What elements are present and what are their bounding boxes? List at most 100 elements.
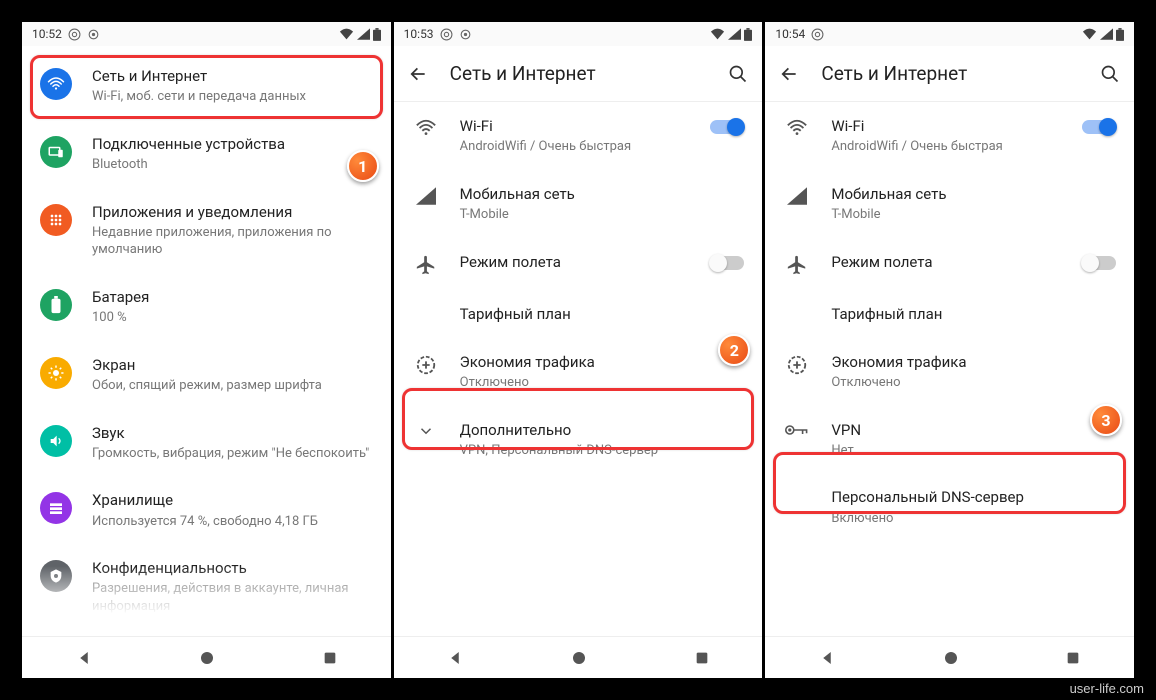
airplane-icon — [415, 254, 437, 276]
phone-screen-1: 10:52 Сеть и ИнтернетWi-Fi, моб. сети и … — [22, 22, 391, 678]
back-icon[interactable] — [408, 64, 428, 84]
item-datasaver[interactable]: Экономия трафика Отключено — [765, 338, 1134, 406]
item-wifi[interactable]: Wi-FiAndroidWifi / Очень быстрая — [765, 102, 1134, 170]
item-subtitle: AndroidWifi / Очень быстрая — [460, 138, 691, 156]
item-airplane[interactable]: Режим полета — [394, 238, 763, 290]
wifi-icon — [47, 75, 65, 93]
wifi-toggle[interactable] — [1082, 120, 1116, 134]
item-plan[interactable]: Тарифный план — [765, 290, 1134, 338]
item-title: Персональный DNS-сервер — [831, 487, 1116, 507]
battery-icon — [373, 28, 381, 41]
network-list: Wi-FiAndroidWifi / Очень быстрая Мобильн… — [765, 102, 1134, 636]
clock: 10:52 — [32, 27, 62, 41]
item-subtitle: Недавние приложения, приложения по умолч… — [92, 224, 373, 259]
item-subtitle: Отключено — [460, 374, 745, 392]
settings-item-network[interactable]: Сеть и ИнтернетWi-Fi, моб. сети и переда… — [22, 46, 391, 120]
step-badge-1: 1 — [347, 150, 379, 182]
settings-item-storage[interactable]: ХранилищеИспользуется 74 %, свободно 4,1… — [22, 476, 391, 544]
item-subtitle: VPN, Персональный DNS-сервер — [460, 442, 745, 460]
battery-icon — [49, 296, 63, 314]
item-title: Конфиденциальность — [92, 558, 373, 578]
item-mobile[interactable]: Мобильная сетьT-Mobile — [765, 170, 1134, 238]
nav-back-icon[interactable] — [446, 649, 464, 667]
search-icon[interactable] — [1100, 64, 1120, 84]
nav-back-icon[interactable] — [75, 649, 93, 667]
item-title: Сеть и Интернет — [92, 66, 373, 86]
item-datasaver[interactable]: Экономия трафика Отключено — [394, 338, 763, 406]
settings-item-battery[interactable]: Батарея100 % — [22, 273, 391, 341]
settings-item-devices[interactable]: Подключенные устройства Bluetooth — [22, 120, 391, 188]
item-title: Мобильная сеть — [460, 184, 745, 204]
nav-recent-icon[interactable] — [694, 650, 710, 666]
item-title: Звук — [92, 423, 373, 443]
item-private-dns[interactable]: Персональный DNS-серверВключено — [765, 473, 1134, 541]
item-title: Подключенные устройства — [92, 134, 373, 154]
airplane-toggle[interactable] — [710, 256, 744, 270]
item-subtitle: Используется 74 %, свободно 4,18 ГБ — [92, 513, 373, 531]
watermark: user-life.com — [1070, 681, 1144, 696]
page-title: Сеть и Интернет — [450, 62, 707, 85]
storage-icon — [48, 500, 64, 516]
search-icon[interactable] — [728, 64, 748, 84]
item-vpn[interactable]: VPNНет — [765, 406, 1134, 474]
item-subtitle: Bluetooth — [92, 156, 373, 174]
item-mobile[interactable]: Мобильная сетьT-Mobile — [394, 170, 763, 238]
item-title: Экран — [92, 355, 373, 375]
back-icon[interactable] — [779, 64, 799, 84]
settings-item-privacy[interactable]: КонфиденциальностьРазрешения, действия в… — [22, 544, 391, 629]
clock: 10:54 — [775, 27, 805, 41]
item-subtitle: Обои, спящий режим, размер шрифта — [92, 377, 373, 395]
nav-home-icon[interactable] — [570, 649, 588, 667]
statusbar: 10:54 — [765, 22, 1134, 46]
signal-icon — [787, 186, 807, 206]
nav-recent-icon[interactable] — [1065, 650, 1081, 666]
wifi-toggle[interactable] — [710, 120, 744, 134]
sound-icon — [48, 433, 64, 449]
appbar: Сеть и Интернет — [394, 46, 763, 102]
settings-item-location[interactable]: МестоположениеВключено (доступно ... о м… — [22, 629, 391, 636]
phone-screen-3: 10:54 Сеть и Интернет Wi-FiAndroidWifi /… — [765, 22, 1134, 678]
devices-icon — [47, 143, 65, 161]
nav-recent-icon[interactable] — [322, 650, 338, 666]
wifi-icon — [339, 28, 354, 40]
item-title: Тарифный план — [460, 304, 745, 324]
vpn-key-icon — [785, 422, 809, 438]
battery-icon — [744, 28, 752, 41]
battery-icon — [1116, 28, 1124, 41]
wifi-icon — [1082, 28, 1097, 40]
step-badge-3: 3 — [1090, 404, 1122, 436]
item-title: Режим полета — [831, 252, 1062, 272]
chrome-icon — [68, 28, 81, 41]
item-title: Wi-Fi — [831, 116, 1062, 136]
item-title: Экономия трафика — [831, 352, 1116, 372]
network-list: Wi-FiAndroidWifi / Очень быстрая Мобильн… — [394, 102, 763, 636]
wifi-icon — [415, 118, 437, 140]
nav-back-icon[interactable] — [818, 649, 836, 667]
item-airplane[interactable]: Режим полета — [765, 238, 1134, 290]
settings-small-icon — [87, 28, 100, 41]
item-subtitle: T-Mobile — [831, 206, 1116, 224]
settings-item-display[interactable]: Экран Обои, спящий режим, размер шрифта — [22, 341, 391, 409]
appbar: Сеть и Интернет — [765, 46, 1134, 102]
item-plan[interactable]: Тарифный план — [394, 290, 763, 338]
phone-screen-2: 10:53 Сеть и Интернет Wi-FiAndroidWifi /… — [394, 22, 763, 678]
settings-item-sound[interactable]: ЗвукГромкость, вибрация, режим "Не беспо… — [22, 409, 391, 477]
navbar — [765, 636, 1134, 678]
nav-home-icon[interactable] — [942, 649, 960, 667]
nav-home-icon[interactable] — [198, 649, 216, 667]
signal-icon — [728, 28, 741, 40]
item-advanced[interactable]: ДополнительноVPN, Персональный DNS-серве… — [394, 406, 763, 474]
item-wifi[interactable]: Wi-FiAndroidWifi / Очень быстрая — [394, 102, 763, 170]
settings-item-apps[interactable]: Приложения и уведомленияНедавние приложе… — [22, 188, 391, 273]
item-subtitle: Отключено — [831, 374, 1116, 392]
chevron-down-icon — [417, 422, 435, 440]
item-subtitle: Разрешения, действия в аккаунте, личная … — [92, 580, 373, 615]
item-title: Приложения и уведомления — [92, 202, 373, 222]
navbar — [22, 636, 391, 678]
page-title: Сеть и Интернет — [821, 62, 1078, 85]
airplane-toggle[interactable] — [1082, 256, 1116, 270]
navbar — [394, 636, 763, 678]
datasaver-icon — [415, 354, 437, 376]
item-title: Экономия трафика — [460, 352, 745, 372]
item-title: Режим полета — [460, 252, 691, 272]
